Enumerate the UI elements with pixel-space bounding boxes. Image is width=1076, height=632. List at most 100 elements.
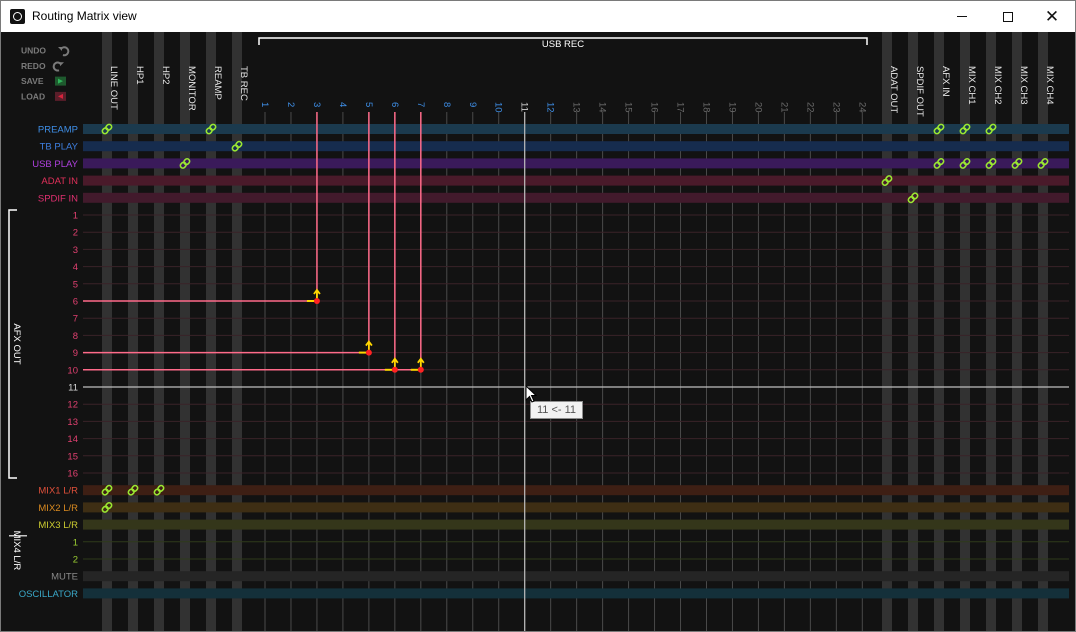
usb-rec-column-number-15[interactable]: 15 — [623, 102, 634, 113]
usb-rec-column-number-16[interactable]: 16 — [649, 102, 660, 113]
usb-rec-column-number-8[interactable]: 8 — [441, 102, 452, 107]
column-header-hp1[interactable]: HP1 — [134, 66, 145, 84]
row-label-7-11[interactable]: 7 — [73, 314, 78, 325]
column-header-reamp[interactable]: REAMP — [212, 66, 223, 100]
row-label-12-16[interactable]: 12 — [67, 400, 78, 411]
row-label-adat-in-3[interactable]: ADAT IN — [41, 176, 78, 187]
row-label-15-19[interactable]: 15 — [67, 451, 78, 462]
row-label-8-12[interactable]: 8 — [73, 331, 78, 342]
usb-rec-column-number-19[interactable]: 19 — [726, 102, 737, 113]
column-header-tb-rec[interactable]: TB REC — [238, 66, 249, 101]
row-label-2-6[interactable]: 2 — [73, 228, 78, 239]
column-stripe-mix-ch2[interactable] — [986, 32, 996, 631]
row-label-3-7[interactable]: 3 — [73, 245, 78, 256]
row-label-14-18[interactable]: 14 — [67, 434, 78, 445]
undo-button[interactable]: UNDO — [21, 46, 70, 57]
usb-rec-column-number-11[interactable]: 11 — [519, 102, 530, 112]
column-header-monitor[interactable]: MONITOR — [186, 66, 197, 111]
row-band-mix3-l-r[interactable] — [83, 519, 1069, 530]
column-stripe-mix-ch1[interactable] — [960, 32, 970, 631]
usb-rec-column-number-21[interactable]: 21 — [778, 102, 789, 113]
column-stripe-monitor[interactable] — [180, 32, 190, 631]
row-band-mute[interactable] — [83, 571, 1069, 582]
column-header-spdif-out[interactable]: SPDIF OUT — [914, 66, 925, 117]
column-stripe-spdif-out[interactable] — [908, 32, 918, 631]
minimize-button[interactable] — [939, 1, 985, 32]
usb-rec-column-number-9[interactable]: 9 — [467, 102, 478, 107]
matrix-canvas[interactable]: LINE OUT HP1 HP2 MONITOR REAMP TB REC ADAT OUT… — [1, 32, 1075, 631]
usb-rec-column-number-12[interactable]: 12 — [545, 102, 556, 113]
row-label-2-25[interactable]: 2 — [73, 555, 78, 566]
usb-rec-column-number-24[interactable]: 24 — [856, 102, 867, 113]
usb-rec-column-number-10[interactable]: 10 — [493, 102, 504, 113]
row-label-mute-26[interactable]: MUTE — [51, 572, 78, 583]
row-band-preamp[interactable] — [83, 124, 1069, 134]
column-stripe-tb-rec[interactable] — [232, 32, 242, 631]
usb-rec-column-number-4[interactable]: 4 — [337, 102, 348, 107]
route-connection-dot[interactable] — [391, 366, 398, 373]
column-stripe-mix-ch4[interactable] — [1038, 32, 1048, 631]
load-button[interactable]: LOAD — [21, 91, 66, 101]
column-stripe-mix-ch3[interactable] — [1012, 32, 1022, 631]
usb-rec-column-number-13[interactable]: 13 — [571, 102, 582, 113]
row-label-9-13[interactable]: 9 — [73, 348, 78, 359]
row-label-oscillator-27[interactable]: OSCILLATOR — [19, 589, 78, 600]
usb-rec-column-number-22[interactable]: 22 — [804, 102, 815, 113]
row-label-10-14[interactable]: 10 — [67, 365, 78, 376]
usb-rec-column-number-7[interactable]: 7 — [415, 102, 426, 107]
row-label-spdif-in-4[interactable]: SPDIF IN — [38, 193, 78, 204]
column-stripe-reamp[interactable] — [206, 32, 216, 631]
row-band-oscillator[interactable] — [83, 588, 1069, 599]
row-band-usb-play[interactable] — [83, 158, 1069, 169]
column-header-mix-ch2[interactable]: MIX CH2 — [992, 66, 1003, 105]
column-header-adat-out[interactable]: ADAT OUT — [888, 66, 899, 113]
row-band-tb-play[interactable] — [83, 141, 1069, 152]
row-label-4-8[interactable]: 4 — [73, 262, 78, 273]
column-header-line-out[interactable]: LINE OUT — [108, 66, 119, 110]
usb-rec-column-number-2[interactable]: 2 — [285, 102, 296, 107]
redo-button[interactable]: REDO — [21, 61, 64, 72]
row-label-13-17[interactable]: 13 — [67, 417, 78, 428]
routing-matrix[interactable]: LINE OUT HP1 HP2 MONITOR REAMP TB REC ADAT OUT… — [1, 32, 1075, 631]
row-label-6-10[interactable]: 6 — [73, 297, 78, 308]
column-stripe-hp1[interactable] — [128, 32, 138, 631]
row-label-1-5[interactable]: 1 — [73, 211, 78, 222]
usb-rec-column-number-5[interactable]: 5 — [363, 102, 374, 107]
column-header-mix-ch3[interactable]: MIX CH3 — [1018, 66, 1029, 105]
title-bar[interactable]: Routing Matrix view ✕ — [1, 1, 1075, 32]
row-band-spdif-in[interactable] — [83, 192, 1069, 203]
maximize-button[interactable] — [985, 1, 1031, 32]
usb-rec-column-number-6[interactable]: 6 — [389, 102, 400, 107]
row-label-16-20[interactable]: 16 — [67, 469, 78, 480]
row-label-mix3-l-r-23[interactable]: MIX3 L/R — [38, 520, 78, 531]
row-band-adat-in[interactable] — [83, 175, 1069, 186]
usb-rec-column-number-20[interactable]: 20 — [752, 102, 763, 113]
column-header-afx-in[interactable]: AFX IN — [940, 66, 951, 97]
close-button[interactable]: ✕ — [1029, 1, 1075, 32]
row-label-11-15[interactable]: 11 — [68, 383, 78, 394]
column-header-mix-ch4[interactable]: MIX CH4 — [1044, 66, 1055, 105]
row-label-mix2-l-r-22[interactable]: MIX2 L/R — [38, 503, 78, 514]
row-band-mix1-l-r[interactable] — [83, 485, 1069, 496]
column-header-hp2[interactable]: HP2 — [160, 66, 171, 84]
column-header-mix-ch1[interactable]: MIX CH1 — [966, 66, 977, 105]
column-stripe-adat-out[interactable] — [882, 32, 892, 631]
column-stripe-hp2[interactable] — [154, 32, 164, 631]
usb-rec-column-number-14[interactable]: 14 — [597, 102, 608, 113]
usb-rec-column-number-23[interactable]: 23 — [830, 102, 841, 113]
column-stripe-line-out[interactable] — [102, 32, 112, 631]
row-band-mix2-l-r[interactable] — [83, 502, 1069, 513]
row-label-mix1-l-r-21[interactable]: MIX1 L/R — [38, 486, 78, 497]
usb-rec-column-number-1[interactable]: 1 — [259, 102, 270, 107]
row-label-tb-play-1[interactable]: TB PLAY — [40, 142, 79, 153]
usb-rec-column-number-18[interactable]: 18 — [700, 102, 711, 113]
usb-rec-column-number-17[interactable]: 17 — [675, 102, 686, 113]
row-label-5-9[interactable]: 5 — [73, 279, 78, 290]
save-button[interactable]: SAVE — [21, 76, 66, 86]
usb-rec-column-number-3[interactable]: 3 — [311, 102, 322, 107]
route-connection-dot[interactable] — [365, 349, 372, 356]
row-label-usb-play-2[interactable]: USB PLAY — [32, 159, 78, 170]
route-connection-dot[interactable] — [313, 298, 320, 304]
column-stripe-afx-in[interactable] — [934, 32, 944, 631]
row-label-preamp-0[interactable]: PREAMP — [38, 125, 78, 136]
